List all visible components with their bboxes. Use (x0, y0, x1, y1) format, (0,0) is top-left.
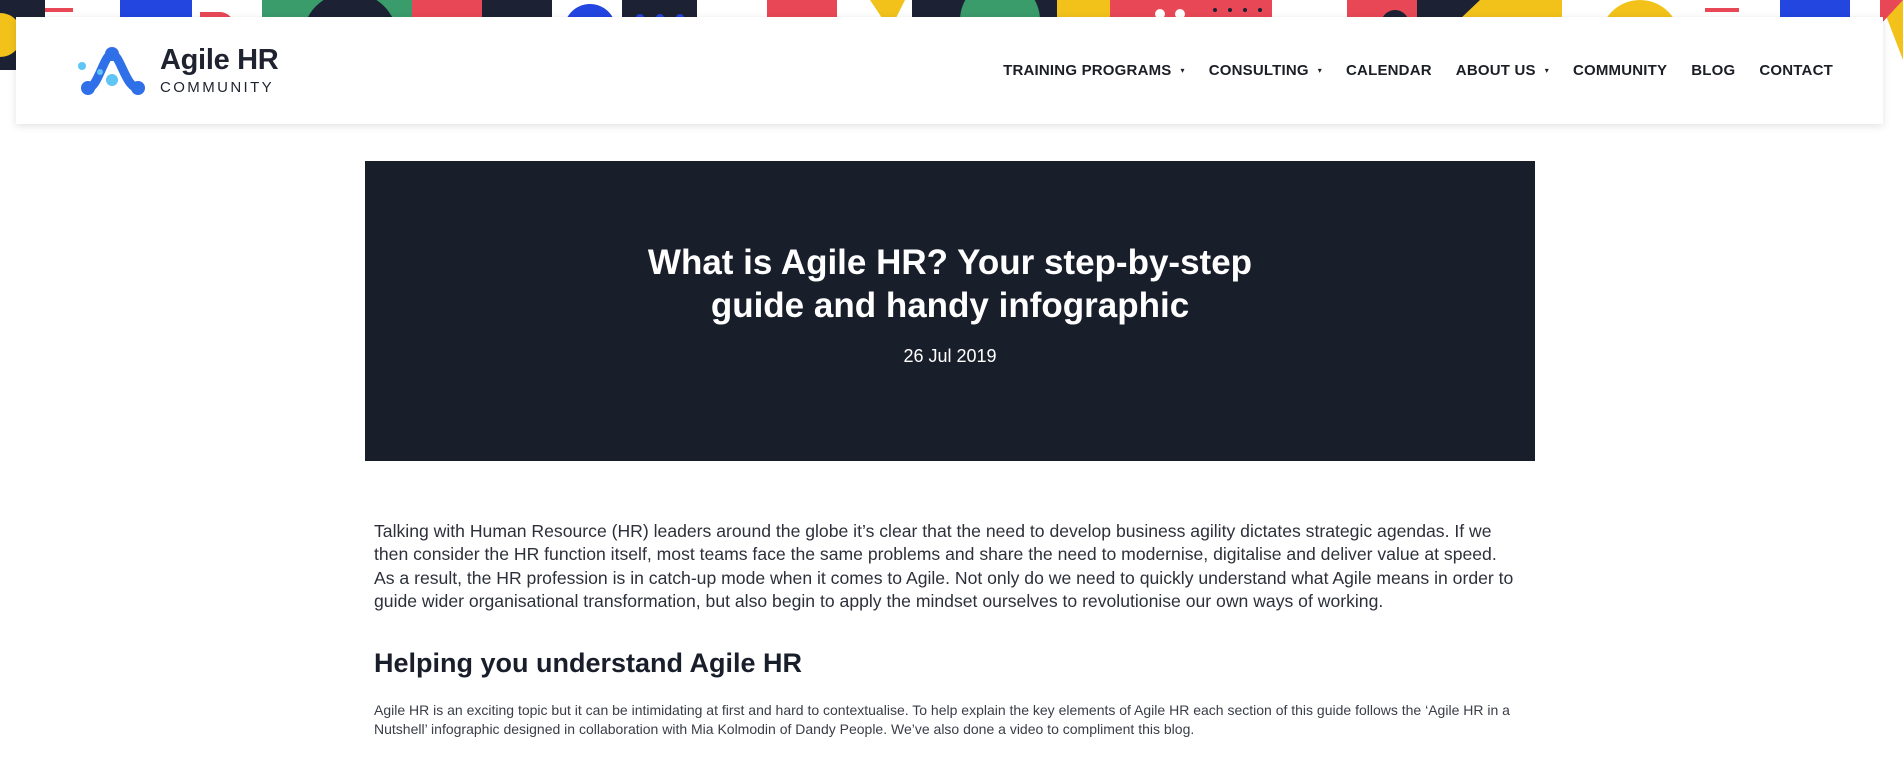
nav-item-label: CONSULTING (1208, 62, 1309, 79)
nav-item-label: BLOG (1691, 62, 1736, 79)
chevron-down-icon: ▾ (1317, 66, 1323, 75)
nav-item-consulting[interactable]: CONSULTING ▾ (1197, 62, 1334, 79)
main-navigation: TRAINING PROGRAMS ▾ CONSULTING ▾ CALENDA… (991, 62, 1845, 79)
section-paragraph: Agile HR is an exciting topic but it can… (374, 701, 1510, 737)
page-title: What is Agile HR? Your step-by-step guid… (647, 243, 1253, 325)
chevron-down-icon: ▾ (1544, 66, 1549, 75)
logo-subtitle: COMMUNITY (160, 79, 275, 96)
nav-item-about-us[interactable]: ABOUT US ▾ (1444, 62, 1561, 79)
nav-item-label: ABOUT US (1455, 62, 1536, 79)
article-intro-paragraph: Talking with Human Resource (HR) leaders… (374, 521, 1514, 612)
chevron-down-icon: ▾ (1180, 66, 1185, 75)
logo-wordmark: Agile HR COMMUNITY (160, 44, 279, 96)
site-logo[interactable]: Agile HR COMMUNITY (76, 44, 279, 98)
nav-item-training-programs[interactable]: TRAINING PROGRAMS ▾ (991, 62, 1197, 79)
agile-hr-logo-icon (78, 46, 145, 95)
nav-item-calendar[interactable]: CALENDAR (1334, 62, 1444, 79)
publish-date: 26 Jul 2019 (903, 346, 997, 366)
nav-item-label: COMMUNITY (1572, 62, 1668, 79)
section-heading: Helping you understand Agile HR (374, 647, 803, 678)
nav-item-label: CONTACT (1759, 62, 1833, 79)
nav-item-label: CALENDAR (1346, 62, 1432, 79)
article-body: Talking with Human Resource (HR) leaders… (374, 520, 1514, 739)
logo-title: Agile HR (160, 44, 279, 76)
nav-item-blog[interactable]: BLOG (1679, 62, 1747, 79)
nav-item-label: TRAINING PROGRAMS (1003, 62, 1172, 79)
nav-item-community[interactable]: COMMUNITY (1561, 62, 1679, 79)
article-hero: What is Agile HR? Your step-by-step guid… (365, 161, 1535, 461)
nav-item-contact[interactable]: CONTACT (1747, 62, 1845, 79)
site-header: Agile HR COMMUNITY TRAINING PROGRAMS ▾ C… (16, 17, 1883, 124)
